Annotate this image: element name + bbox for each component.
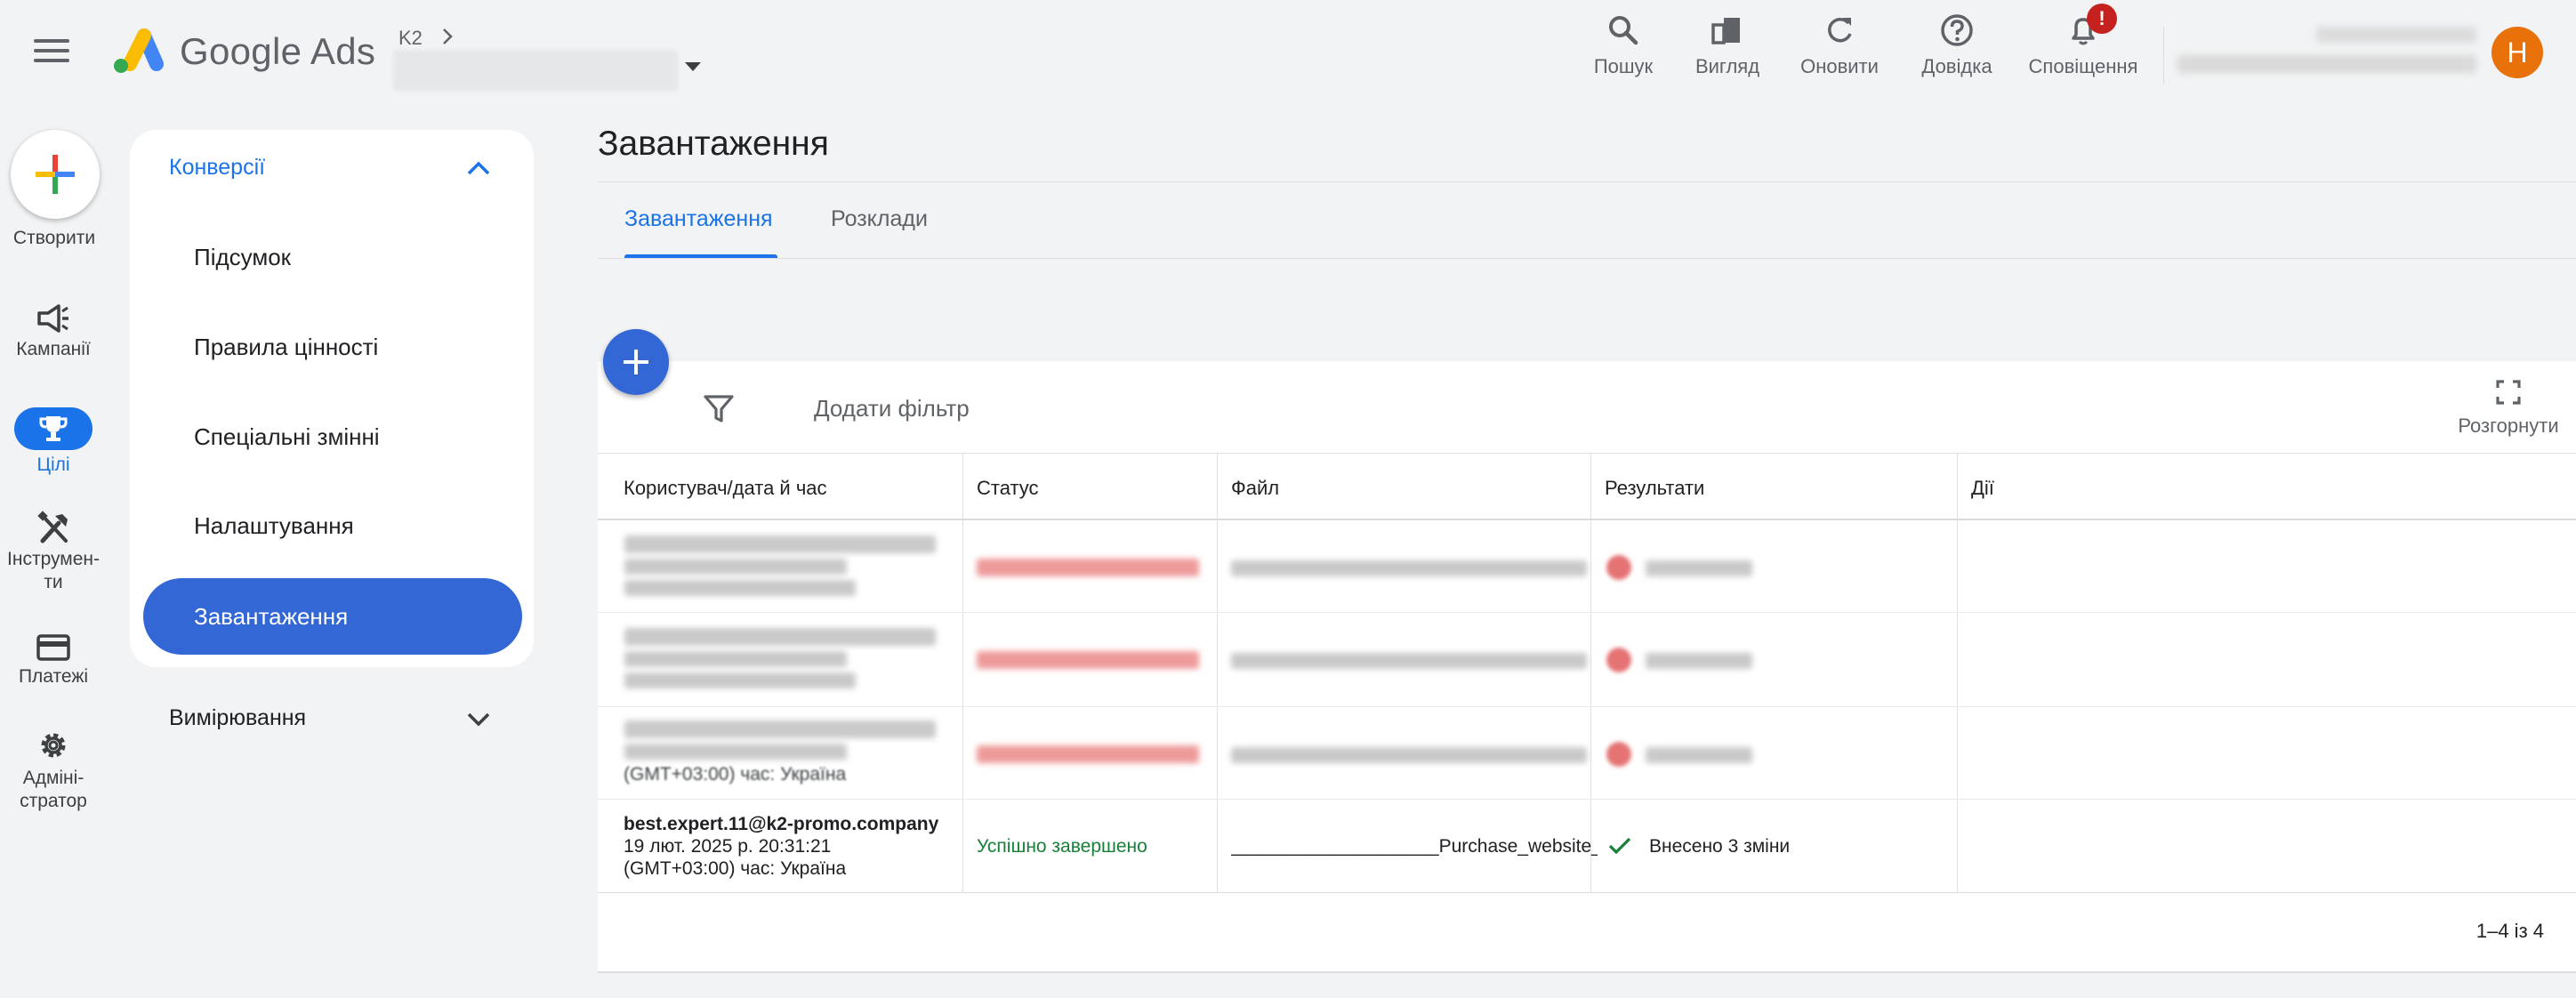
search-label: Пошук — [1593, 55, 1654, 77]
create-button[interactable] — [11, 130, 100, 219]
row-timezone-partial: (GMT+03:00) час: Україна — [624, 764, 847, 785]
column-header-file[interactable]: Файл — [1231, 477, 1279, 500]
column-header-user[interactable]: Користувач/дата й час — [624, 477, 827, 500]
header-divider — [2163, 27, 2164, 84]
goals-label: Цілі — [36, 455, 70, 475]
filter-icon[interactable] — [703, 393, 735, 423]
tab-schedules[interactable]: Розклади — [831, 206, 928, 232]
credit-card-icon — [36, 634, 70, 661]
tools-icon — [37, 511, 68, 543]
refresh-icon — [1828, 17, 1852, 43]
top-app-bar: Google Ads K2 Пошук Вигляд Оновити Довід — [0, 0, 2576, 111]
google-ads-logo-icon — [114, 28, 164, 73]
status-badge: Успішно завершено — [977, 836, 1147, 857]
search-button[interactable]: Пошук — [1583, 12, 1663, 84]
column-header-actions: Дії — [1971, 477, 1994, 499]
billing-label: Платежі — [18, 666, 89, 687]
add-filter-button[interactable]: Додати фільтр — [814, 395, 970, 423]
nav-item-custom-variables[interactable]: Спеціальні змінні — [194, 423, 380, 451]
row-date: 19 лют. 2025 р. 20:31:21 — [624, 836, 832, 857]
nav-section-conversions[interactable]: Конверсії — [169, 155, 265, 181]
product-name: Google Ads — [180, 30, 376, 72]
nav-item-summary[interactable]: Підсумок — [194, 244, 291, 271]
account-short-name[interactable]: K2 — [398, 27, 423, 50]
notifications-label: Сповіщення — [2028, 55, 2138, 77]
row-timezone: (GMT+03:00) час: Україна — [624, 858, 847, 879]
help-icon — [1941, 14, 1973, 46]
row-divider — [598, 799, 2576, 800]
chevron-up-icon[interactable] — [466, 160, 491, 176]
trophy-icon — [39, 416, 68, 441]
filter-bar-divider — [598, 453, 2576, 454]
refresh-button[interactable]: Оновити — [1795, 12, 1884, 84]
expand-button[interactable]: Розгорнути — [2446, 379, 2571, 438]
admin-label: Адміні- стратор — [20, 768, 87, 811]
chevron-right-icon — [443, 28, 453, 44]
rail-item-goals[interactable]: Цілі — [0, 407, 107, 477]
column-header-status[interactable]: Статус — [977, 477, 1039, 500]
goals-active-pill — [14, 407, 93, 450]
pagination-info: 1–4 із 4 — [2475, 920, 2544, 942]
help-button[interactable]: Довідка — [1912, 12, 2001, 84]
title-divider — [598, 181, 2576, 182]
view-icon — [1711, 18, 1740, 44]
rail-item-tools[interactable]: Інструмен- ти — [0, 511, 107, 594]
create-label: Створити — [12, 228, 96, 248]
rail-item-campaigns[interactable]: Кампанії — [0, 302, 107, 361]
row-divider — [598, 612, 2576, 613]
search-icon — [1609, 16, 1638, 45]
view-button[interactable]: Вигляд — [1681, 12, 1774, 84]
refresh-label: Оновити — [1800, 55, 1879, 77]
gear-icon — [41, 733, 66, 758]
notification-badge: ! — [2087, 4, 2117, 34]
rail-item-admin[interactable]: Адміні- стратор — [0, 728, 107, 813]
nav-item-value-rules[interactable]: Правила цінності — [194, 334, 378, 361]
avatar[interactable]: Н — [2491, 27, 2543, 78]
main-menu-icon[interactable] — [34, 39, 69, 68]
row-user-email: best.expert.11@k2-promo.company — [624, 814, 939, 834]
megaphone-icon — [37, 304, 68, 333]
nav-item-uploads[interactable]: Завантаження — [143, 578, 522, 655]
add-upload-button[interactable] — [603, 329, 669, 395]
tab-uploads[interactable]: Завантаження — [624, 206, 773, 232]
notifications-button[interactable]: ! Сповіщення — [2021, 4, 2145, 84]
fullscreen-icon — [2496, 380, 2521, 405]
account-name-redacted[interactable] — [393, 50, 678, 91]
plus-icon — [36, 155, 75, 194]
tools-label: Інструмен- ти — [7, 549, 100, 592]
file-name-link[interactable]: ____________________Purchase_website_ — [1231, 836, 1598, 857]
nav-section-measurement[interactable]: Вимірювання — [169, 705, 306, 731]
column-header-results[interactable]: Результати — [1605, 477, 1704, 500]
view-label: Вигляд — [1695, 55, 1760, 77]
row-divider — [598, 706, 2576, 707]
help-label: Довідка — [1921, 55, 1992, 77]
rail-item-billing[interactable]: Платежі — [0, 633, 107, 688]
tabs-divider — [598, 258, 2576, 259]
check-icon — [1608, 837, 1631, 855]
chevron-down-icon[interactable] — [466, 712, 491, 728]
plus-icon — [624, 350, 648, 374]
user-email-redacted — [2178, 55, 2476, 73]
campaigns-label: Кампанії — [16, 339, 91, 359]
page-title: Завантаження — [598, 125, 829, 163]
table-header-divider — [598, 519, 2576, 520]
user-name-redacted — [2316, 27, 2476, 43]
nav-item-settings[interactable]: Налаштування — [194, 512, 354, 540]
row-divider — [598, 892, 2576, 893]
results-text: Внесено 3 зміни — [1649, 836, 1791, 857]
expand-label: Розгорнути — [2458, 414, 2559, 437]
account-dropdown-icon[interactable] — [685, 62, 701, 71]
